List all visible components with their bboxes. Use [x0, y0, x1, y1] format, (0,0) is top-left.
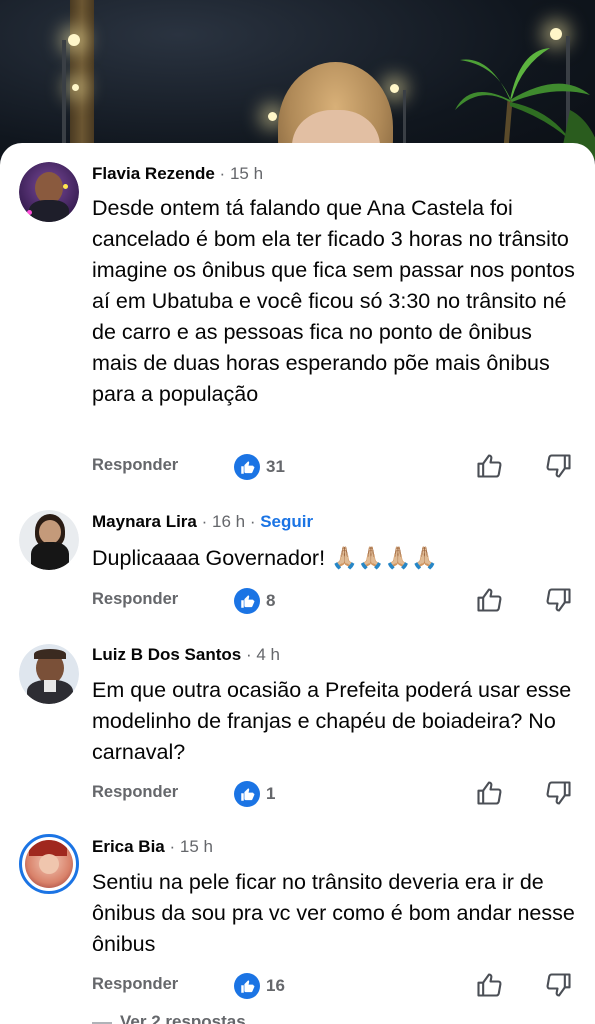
thumbs-down-outline-icon[interactable]: [545, 971, 573, 999]
thumbs-up-outline-icon[interactable]: [475, 586, 503, 614]
comment-text: Sentiu na pele ficar no trânsito deveria…: [92, 870, 575, 956]
thumbs-up-outline-icon[interactable]: [475, 779, 503, 807]
comment-text: Desde ontem tá falando que Ana Castela f…: [92, 196, 575, 406]
commenter-name[interactable]: Flavia Rezende: [92, 164, 215, 183]
thumbs-up-outline-icon[interactable]: [475, 452, 503, 480]
street-light: [390, 84, 399, 93]
commenter-name[interactable]: Erica Bia: [92, 837, 165, 856]
like-count-badge[interactable]: 1: [234, 779, 275, 809]
comment-time[interactable]: 16 h: [212, 512, 245, 531]
street-light: [268, 112, 277, 121]
light-pole: [403, 90, 406, 150]
comment-text: Duplicaaaa Governador! 🙏🏼🙏🏼🙏🏼🙏🏼: [92, 546, 439, 570]
street-light: [550, 28, 562, 40]
like-count: 1: [266, 784, 276, 803]
like-count: 16: [266, 976, 285, 995]
palm-tree: [455, 48, 595, 160]
street-light: [68, 34, 80, 46]
like-count: 31: [266, 457, 285, 476]
thumbs-down-outline-icon[interactable]: [545, 586, 573, 614]
street-light: [72, 84, 79, 91]
avatar[interactable]: [19, 834, 79, 894]
separator: ·: [164, 837, 180, 856]
view-more-replies-link[interactable]: Ver 2 respostas: [92, 1012, 246, 1024]
thumbs-down-outline-icon[interactable]: [545, 779, 573, 807]
comment-time[interactable]: 4 h: [256, 645, 280, 664]
like-count-badge[interactable]: 31: [234, 452, 285, 482]
follow-button[interactable]: Seguir: [260, 512, 313, 531]
like-count-badge[interactable]: 16: [234, 971, 285, 1001]
reply-thread-line: [92, 1021, 112, 1024]
like-count-badge[interactable]: 8: [234, 586, 275, 616]
separator: ·: [196, 512, 212, 531]
thumbs-down-outline-icon[interactable]: [545, 452, 573, 480]
separator: ·: [241, 645, 257, 664]
reply-button[interactable]: Responder: [92, 456, 178, 475]
separator: ·: [214, 164, 230, 183]
avatar[interactable]: [19, 510, 79, 570]
commenter-name[interactable]: Maynara Lira: [92, 512, 197, 531]
thumbs-up-icon: [234, 781, 260, 807]
reply-button[interactable]: Responder: [92, 783, 178, 802]
thumbs-up-outline-icon[interactable]: [475, 971, 503, 999]
avatar[interactable]: [19, 162, 79, 222]
like-count: 8: [266, 591, 276, 610]
reply-button[interactable]: Responder: [92, 975, 178, 994]
thumbs-up-icon: [234, 588, 260, 614]
light-pole: [62, 40, 66, 150]
comment-text: Em que outra ocasião a Prefeita poderá u…: [92, 678, 572, 764]
view-more-replies-label: Ver 2 respostas: [120, 1012, 246, 1024]
thumbs-up-icon: [234, 454, 260, 480]
avatar[interactable]: [19, 644, 79, 704]
reply-button[interactable]: Responder: [92, 590, 178, 609]
commenter-name[interactable]: Luiz B Dos Santos: [92, 645, 241, 664]
separator: ·: [245, 512, 261, 531]
comment-time[interactable]: 15 h: [230, 164, 263, 183]
comment-time[interactable]: 15 h: [180, 837, 213, 856]
thumbs-up-icon: [234, 973, 260, 999]
